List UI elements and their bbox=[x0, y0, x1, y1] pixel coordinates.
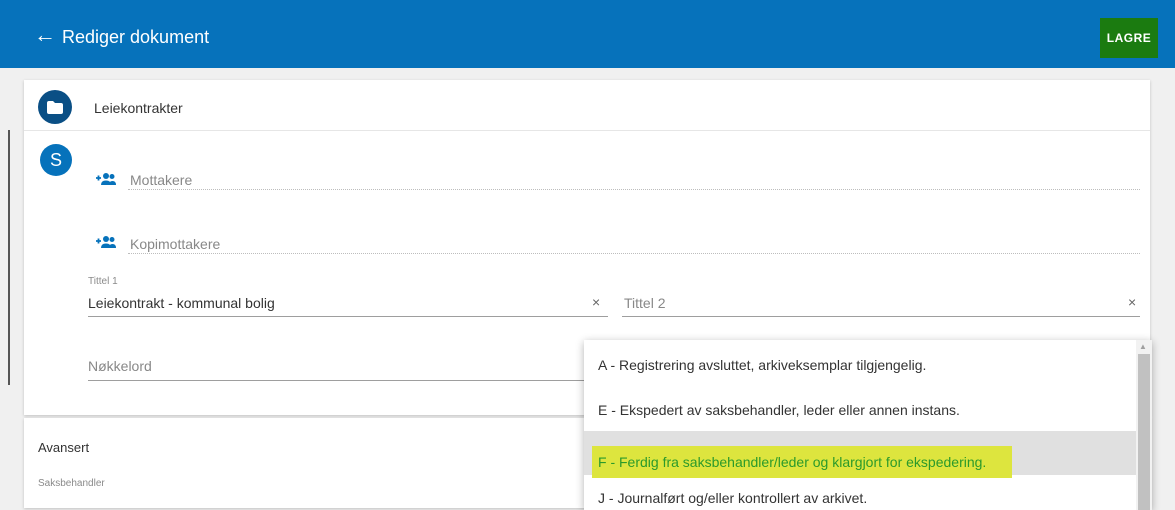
tittel1-label: Tittel 1 bbox=[88, 276, 118, 287]
folder-icon bbox=[38, 90, 72, 124]
dropdown-option[interactable]: J - Journalført og/eller kontrollert av … bbox=[584, 475, 1136, 510]
dropdown-option[interactable]: A - Registrering avsluttet, arkiveksempl… bbox=[584, 342, 1136, 386]
left-edge-line bbox=[8, 130, 10, 385]
dropdown-option[interactable]: E - Ekspedert av saksbehandler, leder el… bbox=[584, 387, 1136, 431]
nokkelord-input[interactable]: Nøkkelord bbox=[88, 358, 152, 374]
add-recipient-icon[interactable] bbox=[94, 172, 116, 186]
page-title: Rediger dokument bbox=[62, 27, 210, 47]
add-copy-recipient-icon[interactable] bbox=[94, 235, 116, 249]
mottakere-underline bbox=[128, 189, 1140, 190]
dropdown-option-selected[interactable]: F - Ferdig fra saksbehandler/leder og kl… bbox=[584, 431, 1136, 478]
avatar: S bbox=[40, 144, 72, 176]
advanced-title: Avansert bbox=[38, 440, 90, 455]
scrollbar-thumb[interactable] bbox=[1138, 354, 1150, 510]
saksbehandler-label: Saksbehandler bbox=[38, 478, 105, 489]
divider bbox=[24, 130, 1150, 131]
scroll-up-icon[interactable]: ▲ bbox=[1139, 342, 1147, 351]
tittel2-clear-icon[interactable]: × bbox=[1128, 294, 1136, 310]
tittel1-underline bbox=[88, 316, 608, 317]
folder-label: Leiekontrakter bbox=[94, 100, 183, 116]
kopimottakere-input[interactable]: Kopimottakere bbox=[130, 236, 220, 252]
mottakere-input[interactable]: Mottakere bbox=[130, 172, 192, 188]
tittel2-underline bbox=[622, 316, 1140, 317]
tittel1-input[interactable]: Leiekontrakt - kommunal bolig bbox=[88, 295, 275, 311]
save-button[interactable]: LAGRE bbox=[1100, 18, 1158, 58]
tittel2-input[interactable]: Tittel 2 bbox=[624, 295, 666, 311]
app-header: ← Rediger dokument LAGRE bbox=[0, 0, 1175, 68]
back-arrow-icon[interactable]: ← bbox=[34, 24, 56, 46]
status-dropdown-menu[interactable]: A - Registrering avsluttet, arkiveksempl… bbox=[584, 340, 1152, 510]
nokkelord-underline bbox=[88, 380, 608, 381]
kopimottakere-underline bbox=[128, 253, 1140, 254]
tittel1-clear-icon[interactable]: × bbox=[592, 294, 600, 310]
